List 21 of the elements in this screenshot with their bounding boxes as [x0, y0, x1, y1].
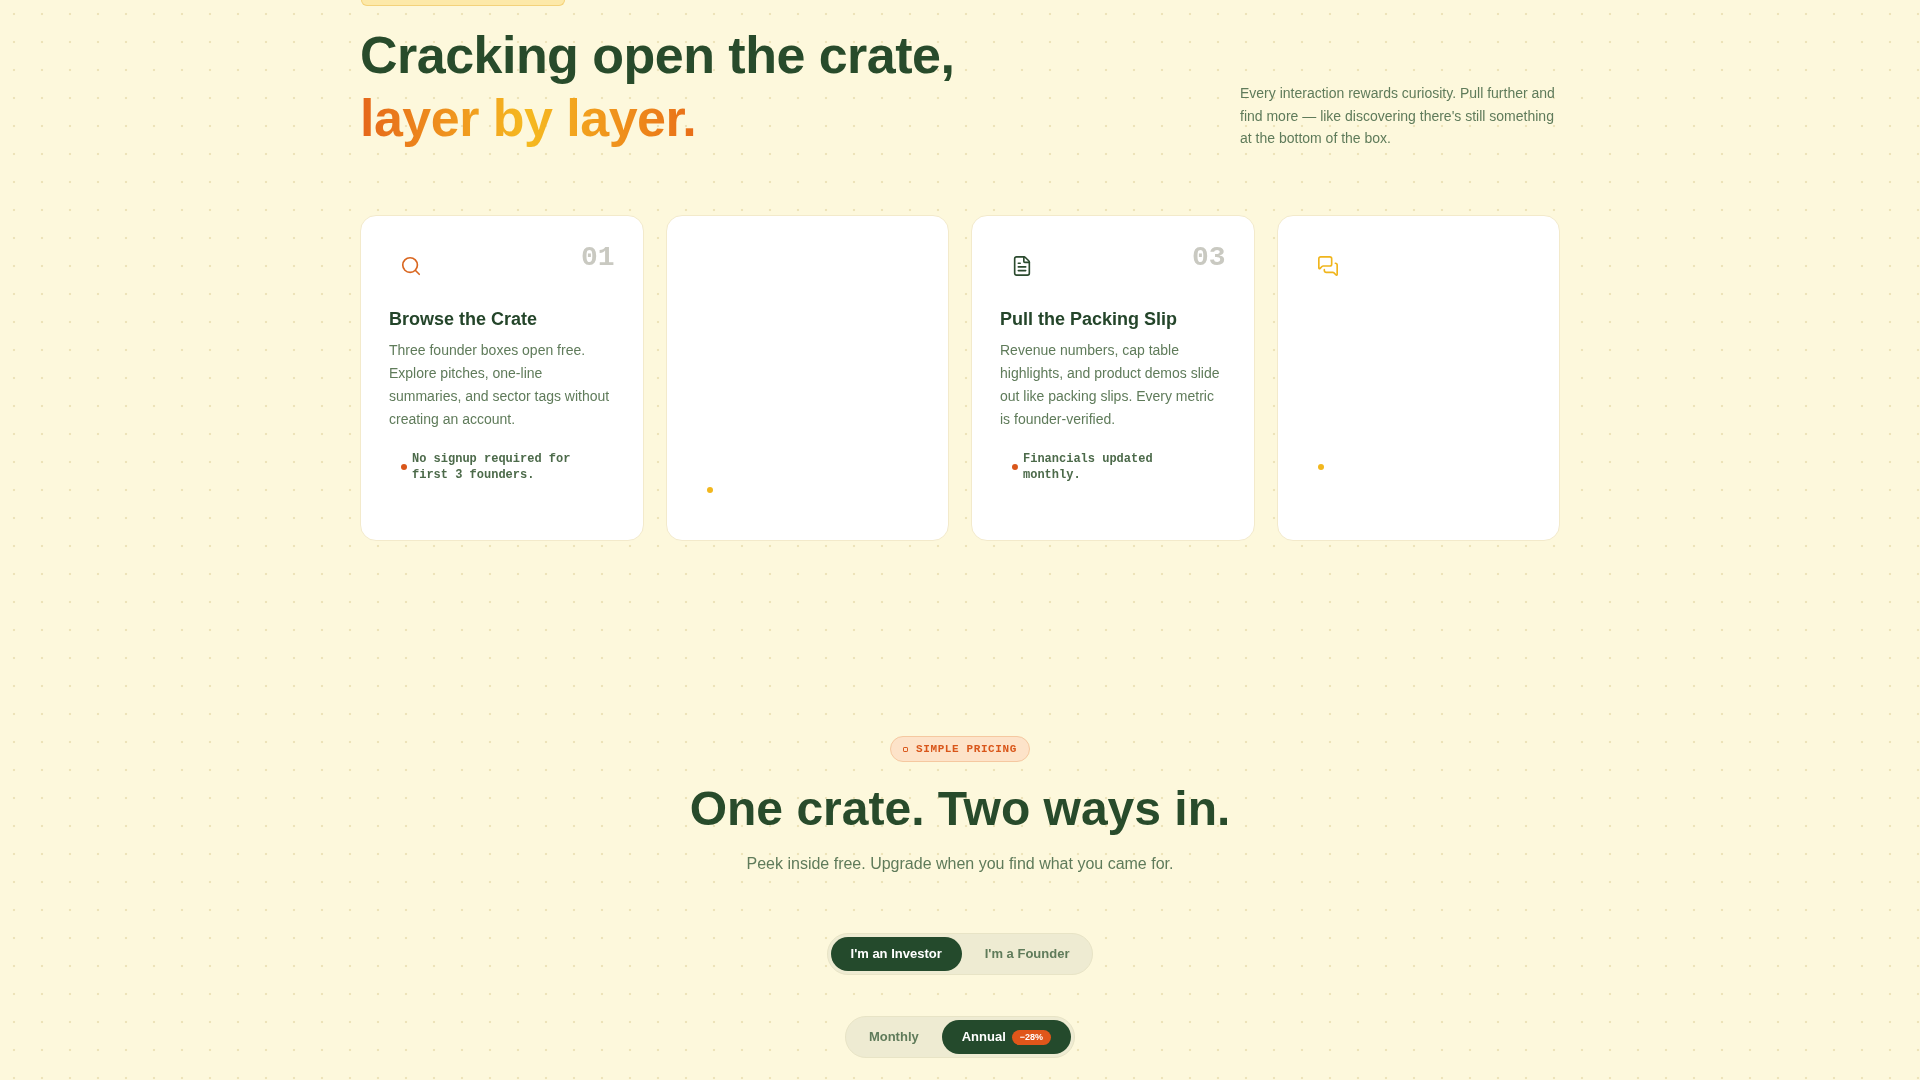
card-title: Browse the Crate [389, 308, 539, 331]
hero-heading: Cracking open the crate, layer by layer. [360, 25, 955, 149]
chat-bubbles-icon [1316, 255, 1339, 277]
toggle-option[interactable]: Annual −28% [941, 1020, 1072, 1054]
card-note: No signup required for first 3 founders. [412, 451, 572, 484]
tag-label: SIMPLE PRICING [916, 742, 1017, 757]
card-description: Revenue numbers, cap table highlights, and product demos slide out like packing slips. Every metric is founder-verified. [1000, 341, 1221, 430]
step-number: 01 [580, 244, 615, 272]
card-description: Three founder boxes open free. Explore pitches, one-line summaries, and sector tags without creating an account. [389, 341, 611, 430]
pricing-title: One crate. Two ways in. [689, 781, 1231, 837]
hero-description: Every interaction rewards curiosity. Pull further and find more — like discovering there's still something at the bottom of the box. [1240, 83, 1556, 149]
discount-badge: −28% [1011, 1029, 1052, 1045]
document-icon [1011, 255, 1033, 277]
toggle-option[interactable]: I'm an Investor [830, 937, 962, 971]
toggle-option[interactable]: I'm a Founder [964, 937, 1090, 971]
pricing-subtitle: Peek inside free. Upgrade when you find what you came for. [746, 854, 1174, 874]
toggle-option[interactable]: Monthly [848, 1020, 939, 1054]
step-number: 03 [1191, 244, 1226, 272]
search-icon [400, 255, 422, 277]
card-title: Pull the Packing Slip [1000, 308, 1179, 331]
card-note: Financials updated monthly. [1023, 451, 1154, 484]
